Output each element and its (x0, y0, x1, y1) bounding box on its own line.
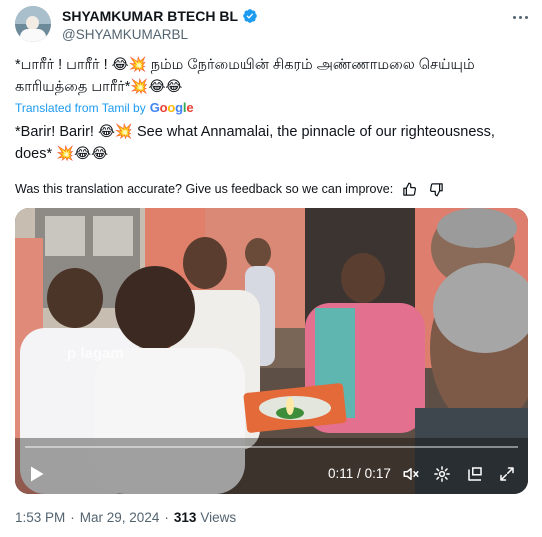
volume-muted-icon[interactable] (402, 465, 420, 483)
tweet-translated-text: *Barir! Barir! 😂💥 See what Annamalai, th… (15, 124, 495, 162)
settings-icon[interactable] (433, 465, 451, 483)
thumbs-down-icon[interactable] (429, 182, 444, 197)
tweet-original-text: *பாரீர் ! பாரீர் ! 😂💥 நம்ம நேர்மையின் சி… (15, 57, 475, 95)
translation-attribution: Translated from Tamil by Google (15, 100, 194, 115)
video-current-time: 0:11 (328, 466, 354, 481)
author-display-name[interactable]: SHYAMKUMAR BTECH BL (62, 8, 238, 24)
translation-feedback: Was this translation accurate? Give us f… (15, 180, 444, 198)
verified-badge-icon (243, 9, 257, 23)
video-duration: 0:17 (364, 466, 391, 481)
thumbs-up-icon[interactable] (402, 182, 417, 197)
video-watermark: p lagam (67, 345, 124, 362)
avatar[interactable] (15, 6, 51, 42)
fullscreen-icon[interactable] (498, 465, 516, 483)
play-icon[interactable] (29, 465, 45, 483)
feedback-prompt: Was this translation accurate? Give us f… (15, 182, 394, 196)
translated-label: Translated from Tamil by (15, 100, 146, 115)
video-player[interactable]: p lagam 0:11 / 0:17 (15, 208, 528, 494)
tweet-date[interactable]: Mar 29, 2024 (80, 510, 160, 525)
video-progress-bar[interactable] (25, 446, 518, 448)
meta-separator: · (164, 510, 169, 525)
tweet-time[interactable]: 1:53 PM (15, 510, 65, 525)
video-time-separator: / (357, 466, 361, 481)
meta-separator: · (70, 510, 75, 525)
pip-icon[interactable] (466, 465, 484, 483)
google-logo: Google (149, 100, 194, 115)
video-time: 0:11 / 0:17 (328, 466, 391, 481)
more-options-icon[interactable] (509, 10, 531, 24)
views-count: 313 (173, 510, 197, 525)
author-name-row: SHYAMKUMAR BTECH BL (62, 7, 258, 25)
author-handle[interactable]: @SHYAMKUMARBL (62, 27, 188, 42)
tweet-metadata: 1:53 PM · Mar 29, 2024 · 313 Views (15, 510, 236, 525)
tweet: SHYAMKUMAR BTECH BL @SHYAMKUMARBL *பாரீர… (0, 0, 542, 537)
views-label: Views (200, 510, 237, 525)
